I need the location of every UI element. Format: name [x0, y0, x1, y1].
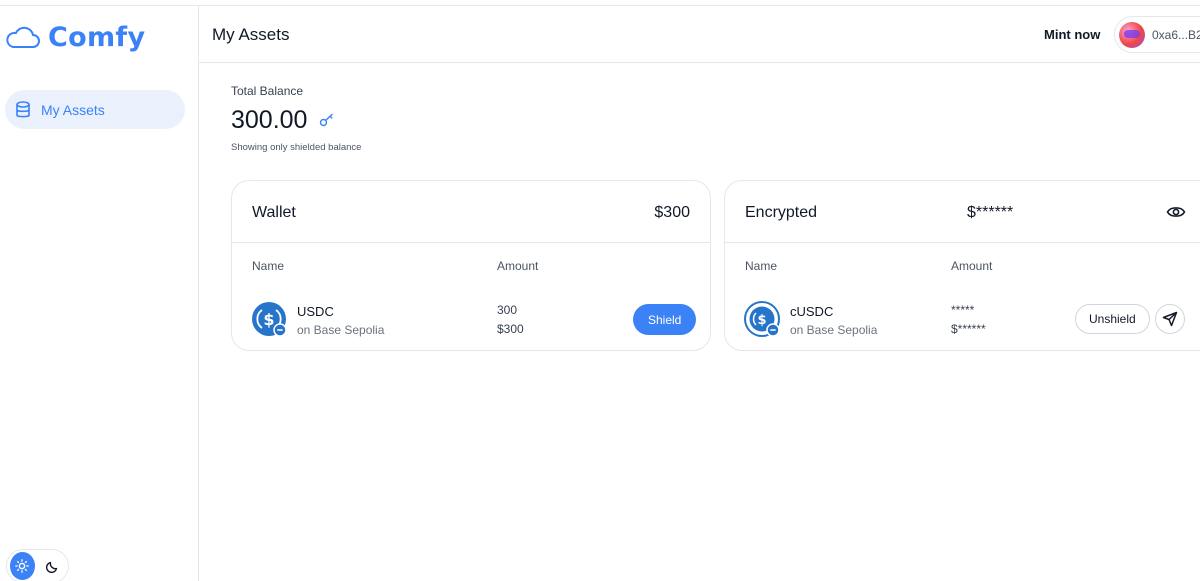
token-name: cUSDC: [790, 304, 834, 319]
wallet-card-header: Wallet $300: [232, 181, 710, 243]
balance-note: Showing only shielded balance: [231, 142, 362, 153]
encrypted-card-title: Encrypted: [745, 204, 818, 221]
sidebar-item-my-assets[interactable]: My Assets: [5, 90, 185, 129]
total-balance-label: Total Balance: [231, 84, 304, 98]
mint-now-button[interactable]: Mint now: [1044, 27, 1100, 42]
cusdc-icon: $: [744, 301, 780, 337]
send-button[interactable]: [1155, 304, 1185, 334]
wallet-address: 0xa6...B2c: [1152, 27, 1200, 42]
encrypted-card: Encrypted $****** Name Amount $ cUSDC on…: [724, 180, 1200, 351]
account-button[interactable]: 0xa6...B2c: [1114, 16, 1200, 53]
name-column-header: Name: [252, 259, 285, 273]
token-chain: on Base Sepolia: [790, 323, 878, 337]
encrypted-card-header: Encrypted $******: [725, 181, 1200, 243]
wallet-total: $300: [654, 204, 690, 221]
send-icon: [1162, 311, 1178, 327]
svg-text:$: $: [263, 310, 274, 329]
token-amount: *****: [951, 303, 975, 317]
cloud-icon: [6, 26, 40, 48]
database-icon: [16, 100, 30, 117]
encrypted-total: $******: [967, 204, 1014, 221]
dark-mode-button[interactable]: [41, 552, 66, 580]
usdc-icon: $: [252, 302, 287, 337]
sun-icon: [15, 559, 30, 573]
app-name: Comfy: [48, 22, 146, 53]
amount-column-header: Amount: [951, 259, 993, 273]
wallet-card: Wallet $300 Name Amount $ USDC on Base S…: [231, 180, 711, 351]
avatar: [1119, 21, 1145, 48]
shield-button[interactable]: Shield: [633, 304, 697, 335]
total-balance-value: 300.00: [231, 106, 308, 134]
eye-icon[interactable]: [1166, 205, 1186, 219]
unshield-button[interactable]: Unshield: [1075, 304, 1150, 334]
token-chain: on Base Sepolia: [297, 323, 385, 337]
token-amount: 300: [497, 303, 518, 317]
sidebar-item-label: My Assets: [41, 101, 105, 118]
top-header: My Assets Mint now 0xa6...B2c: [199, 6, 1200, 63]
name-column-header: Name: [745, 259, 778, 273]
light-mode-button[interactable]: [10, 552, 35, 580]
theme-toggle: [6, 549, 69, 581]
token-value: $******: [951, 322, 986, 336]
app-logo[interactable]: Comfy: [4, 22, 145, 53]
token-name: USDC: [297, 304, 334, 319]
wallet-card-title: Wallet: [252, 204, 296, 221]
token-value: $300: [497, 322, 524, 336]
moon-icon: [45, 561, 57, 573]
svg-text:$: $: [757, 313, 766, 328]
sidebar: Comfy My Assets: [0, 6, 199, 581]
key-icon[interactable]: [319, 113, 335, 127]
amount-column-header: Amount: [497, 259, 539, 273]
page-title: My Assets: [212, 25, 290, 44]
